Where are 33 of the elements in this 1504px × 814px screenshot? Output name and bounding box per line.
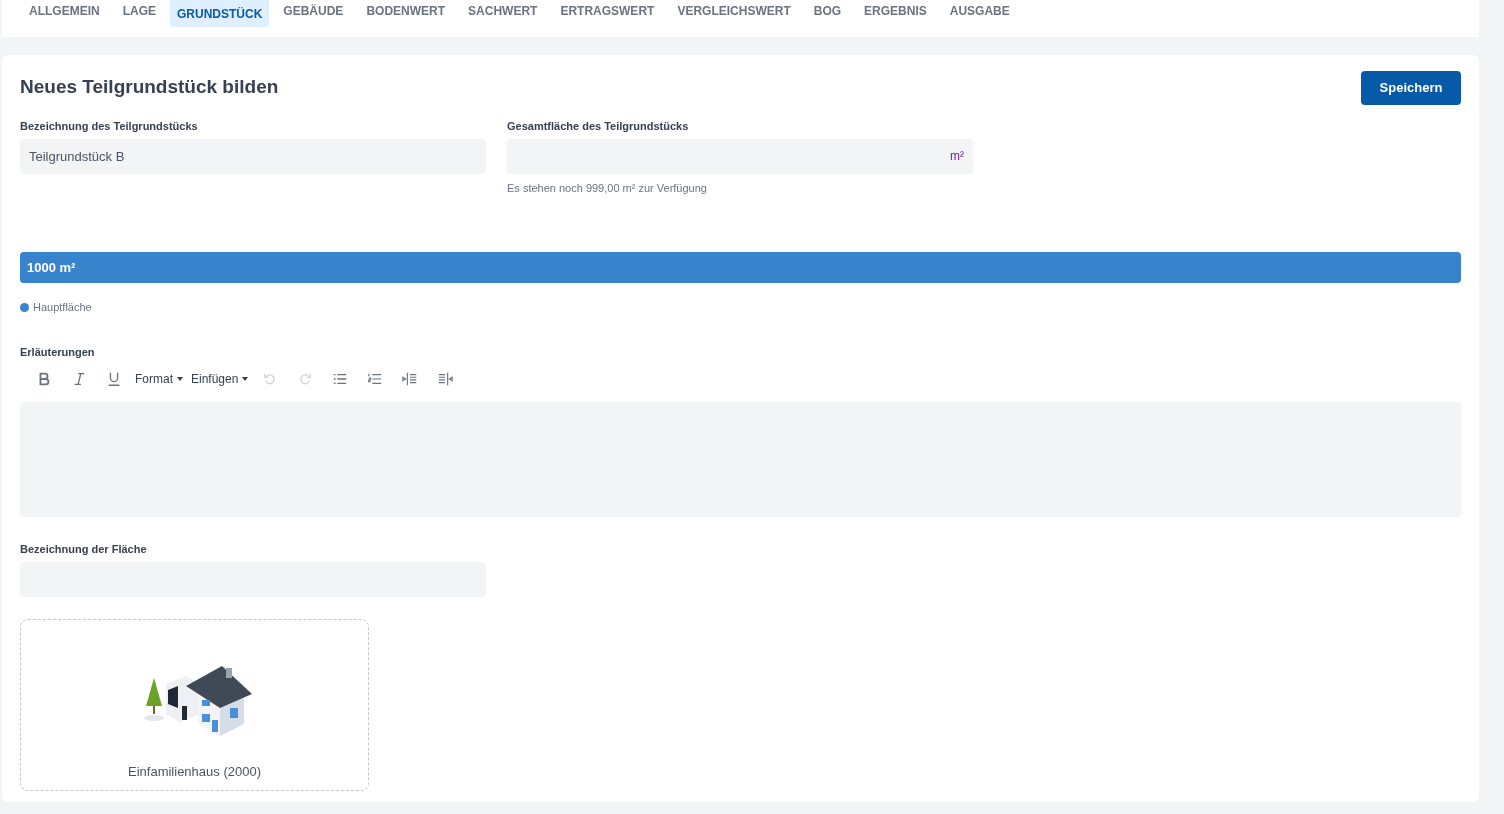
legend-label: Hauptfläche	[33, 300, 92, 315]
nav-tab[interactable]: VERGLEICHSWERT	[668, 0, 800, 21]
building-card[interactable]: Einfamilienhaus (2000)	[20, 618, 369, 791]
field-label: Erläuterungen	[20, 344, 96, 360]
area-input[interactable]: m²	[507, 138, 973, 174]
field-label: Gesamtfläche des Teilgrundstücks	[507, 119, 690, 134]
unit-label: m²	[950, 148, 964, 165]
toolbar-dropdown[interactable]: Format	[131, 364, 187, 394]
field-hint: Es stehen noch 999,00 m² zur Verfügung	[507, 180, 708, 196]
toolbar-dropdown[interactable]: Einfügen	[187, 364, 253, 394]
nav-tab[interactable]: AUSGABE	[940, 0, 1019, 21]
name-input[interactable]: Teilgrundstück B	[20, 138, 486, 174]
area-bar: 1000 m²	[20, 252, 1461, 283]
field-label: Bezeichnung des Teilgrundstücks	[20, 119, 199, 134]
outdent-icon[interactable]	[401, 371, 418, 387]
nav-tab[interactable]: BODENWERT	[357, 0, 455, 21]
indent-icon[interactable]	[436, 371, 453, 387]
card-label: Einfamilienhaus (2000)	[128, 762, 261, 781]
nav-tab[interactable]: SACHWERT	[459, 0, 547, 21]
nav-tab[interactable]: ALLGEMEIN	[20, 0, 109, 21]
page-title: Neues Teilgrundstück bilden	[20, 75, 279, 99]
nav-tab[interactable]: LAGE	[113, 0, 165, 21]
caret-icon	[177, 377, 183, 381]
save-button[interactable]: Speichern	[1361, 71, 1461, 105]
field-label: Bezeichnung der Fläche	[20, 542, 148, 557]
caret-icon	[242, 377, 249, 381]
nav-tab[interactable]: GRUNDSTÜCK	[170, 0, 270, 27]
numbered-list-icon[interactable]	[366, 371, 383, 387]
nav-tab[interactable]: ERGEBNIS	[855, 0, 936, 21]
nav-tab[interactable]: GEBÄUDE	[274, 0, 353, 21]
bullet-list-icon[interactable]	[331, 371, 348, 387]
nav-tab[interactable]: BOG	[804, 0, 851, 21]
nav-tab[interactable]: ERTRAGSWERT	[551, 0, 664, 21]
